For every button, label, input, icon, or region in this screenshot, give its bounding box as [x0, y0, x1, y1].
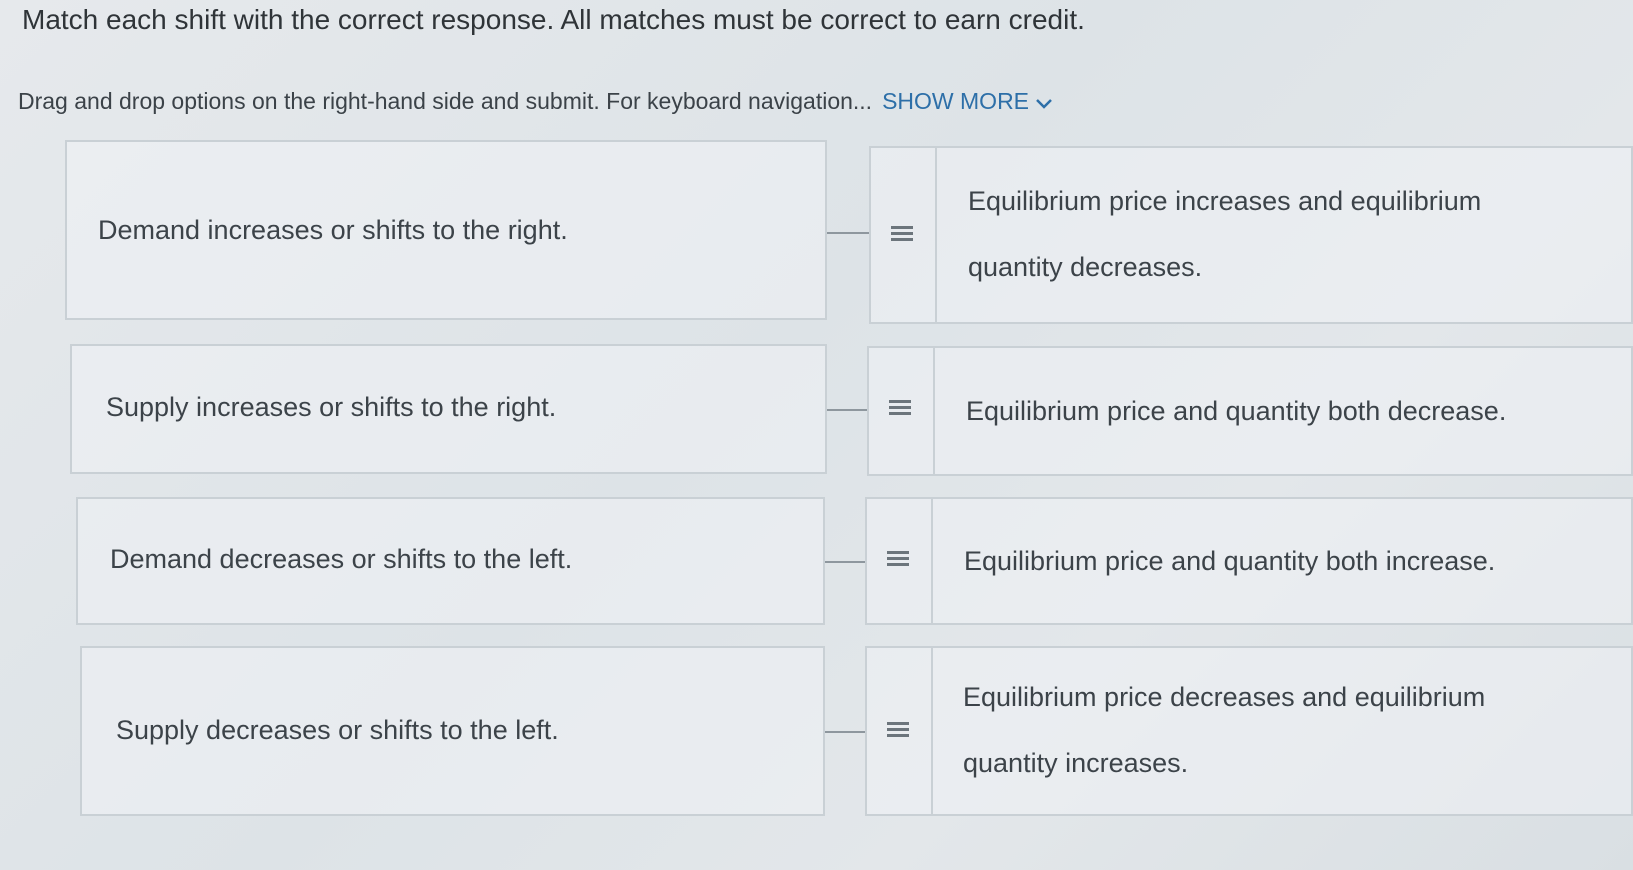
response-line: Equilibrium price and quantity both decr… — [966, 396, 1507, 426]
connector-line — [825, 731, 867, 733]
response-text: Equilibrium price decreases and equilibr… — [963, 664, 1485, 796]
response-text: Equilibrium price increases and equilibr… — [968, 168, 1481, 300]
drag-handle[interactable] — [867, 346, 935, 476]
prompt-text: Demand increases or shifts to the right. — [98, 215, 568, 245]
prompt-text: Demand decreases or shifts to the left. — [110, 544, 573, 574]
response-line: Equilibrium price and quantity both incr… — [964, 546, 1496, 576]
prompt-text: Supply decreases or shifts to the left. — [116, 715, 559, 745]
question-title: Match each shift with the correct respon… — [22, 4, 1085, 35]
instructions: Drag and drop options on the right-hand … — [18, 88, 1053, 116]
connector-line — [825, 561, 867, 563]
show-more-label: SHOW MORE — [882, 88, 1030, 114]
chevron-down-icon — [1035, 89, 1053, 116]
response-line: Equilibrium price increases and equilibr… — [968, 186, 1482, 216]
connector-line — [827, 232, 869, 234]
instructions-text: Drag and drop options on the right-hand … — [18, 88, 873, 114]
grip-lines-icon — [889, 400, 911, 418]
drag-handle[interactable] — [869, 146, 937, 324]
response-line: quantity decreases. — [968, 252, 1203, 282]
drag-handle[interactable] — [865, 646, 933, 816]
grip-lines-icon — [887, 551, 909, 569]
connector-line — [827, 409, 869, 411]
response-text: Equilibrium price and quantity both decr… — [966, 378, 1506, 444]
grip-lines-icon — [891, 226, 913, 244]
response-text: Equilibrium price and quantity both incr… — [964, 528, 1495, 594]
drag-handle[interactable] — [865, 497, 933, 625]
grip-lines-icon — [887, 722, 909, 740]
response-line: quantity increases. — [963, 748, 1189, 778]
response-line: Equilibrium price decreases and equilibr… — [963, 682, 1486, 712]
show-more-link[interactable]: SHOW MORE — [882, 88, 1053, 114]
prompt-text: Supply increases or shifts to the right. — [106, 392, 557, 422]
